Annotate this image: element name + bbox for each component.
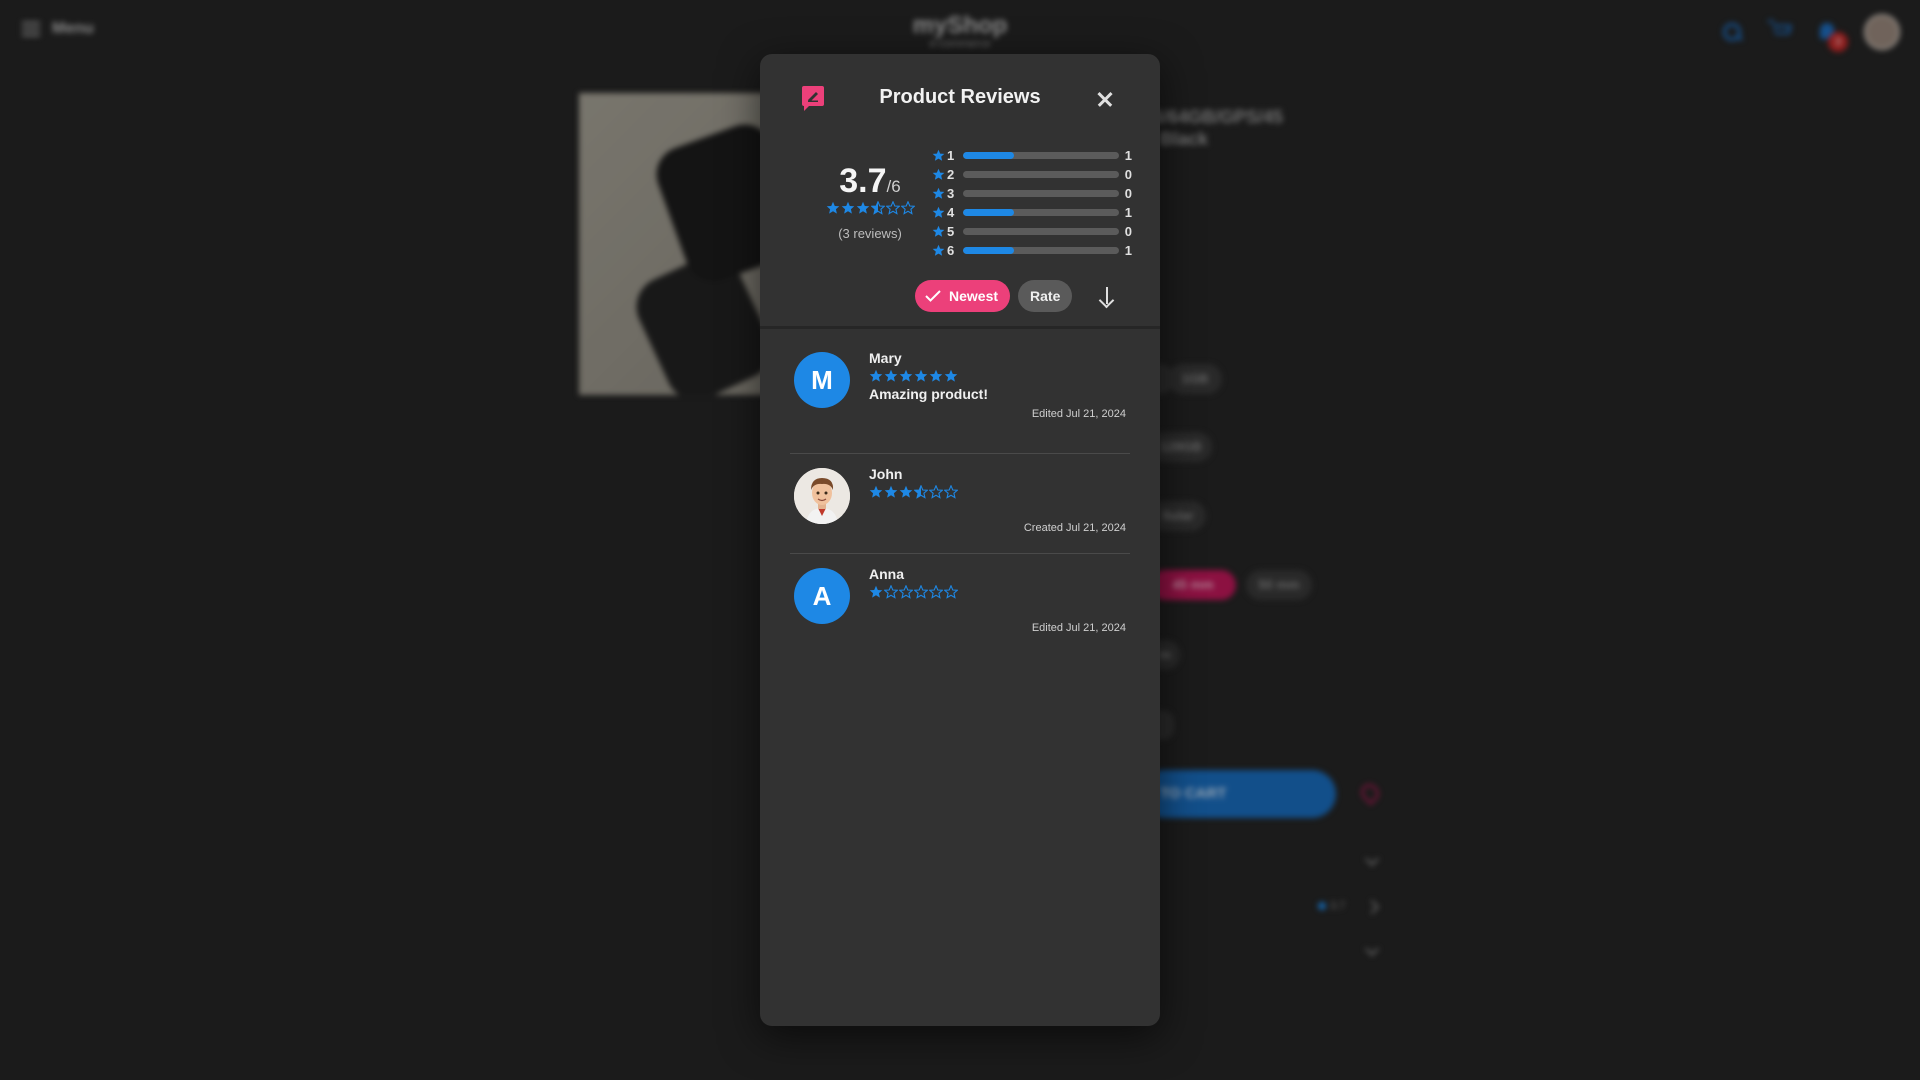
star-filled-icon [884, 485, 898, 499]
distribution-level: 6 [947, 243, 955, 258]
star-outline-icon [899, 585, 913, 599]
star-filled-icon [929, 369, 943, 383]
reviewer-avatar: M [794, 352, 850, 408]
close-icon[interactable] [1090, 84, 1120, 114]
reviewer-name: Anna [869, 566, 904, 582]
star-outline-icon [944, 485, 958, 499]
distribution-count: 1 [1124, 148, 1132, 163]
arrow-down-icon[interactable] [1092, 281, 1122, 311]
star-outline-icon [885, 201, 900, 215]
review-date: Edited Jul 21, 2024 [1031, 408, 1126, 420]
star-filled-icon [932, 168, 945, 181]
review-item[interactable]: A Anna Edited Jul 21, 2024 [790, 554, 1130, 654]
distribution-bar [962, 228, 1119, 235]
distribution-bar [962, 171, 1119, 178]
distribution-count: 1 [1124, 243, 1132, 258]
star-outline-icon [900, 201, 915, 215]
review-count: (3 reviews) [838, 226, 902, 241]
distribution-bar-fill [962, 247, 1015, 254]
distribution-level: 5 [947, 224, 955, 239]
star-outline-icon [929, 585, 943, 599]
distribution-level: 4 [947, 205, 955, 220]
review-date: Edited Jul 21, 2024 [1031, 622, 1126, 634]
star-outline-icon [914, 585, 928, 599]
star-filled-icon [932, 149, 945, 162]
average-rating: 3.7 [839, 162, 887, 200]
average-stars [826, 201, 915, 215]
sort-controls: Newest Rate [915, 280, 1122, 312]
distribution-level: 1 [947, 148, 955, 163]
distribution-row: 30 [932, 184, 1132, 203]
distribution-count: 0 [1124, 224, 1132, 239]
rating-max: /6 [886, 177, 901, 196]
distribution-bar [962, 247, 1119, 254]
review-stars [869, 485, 958, 499]
star-filled-icon [944, 369, 958, 383]
review-list: M Mary Amazing product! Edited Jul 21, 2024… [790, 338, 1130, 654]
reviewer-name: John [869, 466, 903, 482]
star-filled-icon [914, 369, 928, 383]
star-filled-icon [869, 369, 883, 383]
sort-rate-label: Rate [1030, 288, 1061, 304]
sort-newest-label: Newest [949, 288, 999, 304]
distribution-level: 2 [947, 167, 955, 182]
star-filled-icon [884, 369, 898, 383]
distribution-count: 0 [1124, 167, 1132, 182]
product-reviews-dialog: Product Reviews 3.7/6 (3 reviews) 112030… [760, 54, 1160, 1026]
reviewer-avatar [794, 468, 850, 524]
distribution-level: 3 [947, 186, 955, 201]
reviewer-name: Mary [869, 350, 902, 366]
star-outline-icon [944, 585, 958, 599]
reviewer-avatar: A [794, 568, 850, 624]
distribution-bar [962, 209, 1119, 216]
sort-rate-chip[interactable]: Rate [1018, 280, 1073, 312]
review-item[interactable]: M Mary Amazing product! Edited Jul 21, 2024 [790, 338, 1130, 454]
check-icon [925, 290, 941, 302]
distribution-bar-fill [962, 152, 1015, 159]
star-filled-icon [899, 485, 913, 499]
distribution-row: 11 [932, 146, 1132, 165]
review-stars [869, 585, 958, 599]
star-filled-icon [932, 225, 945, 238]
star-outline-icon [884, 585, 898, 599]
distribution-row: 20 [932, 165, 1132, 184]
divider [760, 326, 1160, 329]
review-date: Created Jul 21, 2024 [1023, 522, 1126, 534]
distribution-row: 50 [932, 222, 1132, 241]
star-filled-icon [932, 244, 945, 257]
review-text: Amazing product! [869, 386, 988, 402]
dialog-header: Product Reviews [760, 54, 1160, 144]
review-item[interactable]: John Created Jul 21, 2024 [790, 454, 1130, 554]
star-half-icon [870, 201, 885, 215]
star-filled-icon [856, 201, 870, 215]
distribution-count: 1 [1124, 205, 1132, 220]
rating-distribution: 112030415061 [932, 146, 1132, 260]
rating-summary: 3.7/6 (3 reviews) [810, 162, 930, 241]
distribution-count: 0 [1124, 186, 1132, 201]
star-filled-icon [841, 201, 855, 215]
distribution-row: 41 [932, 203, 1132, 222]
distribution-bar [962, 152, 1119, 159]
star-filled-icon [899, 369, 913, 383]
star-filled-icon [826, 201, 840, 215]
star-outline-icon [929, 485, 943, 499]
distribution-bar [962, 190, 1119, 197]
star-filled-icon [932, 187, 945, 200]
star-filled-icon [932, 206, 945, 219]
review-stars [869, 369, 958, 383]
sort-newest-chip[interactable]: Newest [915, 280, 1011, 312]
star-filled-icon [869, 485, 883, 499]
reviewer-photo [794, 468, 850, 524]
star-half-icon [914, 485, 928, 499]
star-filled-icon [869, 585, 883, 599]
distribution-bar-fill [962, 209, 1015, 216]
distribution-row: 61 [932, 241, 1132, 260]
